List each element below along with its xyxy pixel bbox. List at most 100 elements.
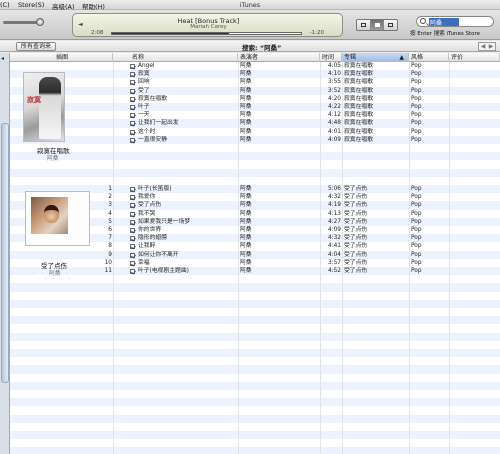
track-rating[interactable] <box>451 267 499 275</box>
track-rating[interactable] <box>451 185 499 193</box>
track-number <box>102 136 112 144</box>
track-row[interactable]: 让我们一起出发 阿桑 4:48 寂寞在唱歌 Pop <box>10 119 500 127</box>
track-album: 寂寞在唱歌 <box>344 112 373 119</box>
column-header-artwork[interactable]: 插图 <box>10 53 113 62</box>
track-name: 寂寞在唱歌 <box>138 95 167 102</box>
track-album: 寂寞在唱歌 <box>344 71 373 78</box>
track-row[interactable]: 寂寞在唱歌 阿桑 4:20 寂寞在唱歌 Pop <box>10 95 500 103</box>
album-view-button[interactable] <box>370 20 385 30</box>
coverflow-view-button[interactable] <box>384 20 397 30</box>
track-checkbox[interactable] <box>130 260 135 266</box>
column-header-genre[interactable]: 风格 <box>409 53 449 62</box>
track-rating[interactable] <box>451 78 499 86</box>
track-rating[interactable] <box>451 62 499 70</box>
track-checkbox[interactable] <box>130 252 135 258</box>
track-checkbox[interactable] <box>130 195 135 201</box>
track-rating[interactable] <box>451 111 499 119</box>
track-checkbox[interactable] <box>130 105 135 110</box>
track-rating[interactable] <box>451 251 499 259</box>
column-header-album[interactable]: 专辑 ▲ <box>342 53 409 62</box>
show-all-button[interactable]: 所有查询来 <box>16 42 57 51</box>
track-genre: Pop <box>411 235 422 242</box>
column-header-rating[interactable]: 评价 <box>449 53 500 62</box>
track-row[interactable]: 11 叶子(电视剧主题曲) 阿桑 4:52 受了点伤 Pop <box>10 267 500 275</box>
track-rating[interactable] <box>451 259 499 267</box>
track-artist: 阿桑 <box>240 186 252 192</box>
track-checkbox[interactable] <box>130 129 135 135</box>
track-rating[interactable] <box>451 95 499 103</box>
track-rating[interactable] <box>451 234 499 242</box>
track-checkbox[interactable] <box>130 137 135 143</box>
track-number: 8 <box>108 243 112 250</box>
track-checkbox[interactable] <box>130 88 135 94</box>
track-checkbox[interactable] <box>130 228 135 233</box>
track-row[interactable]: 寂寞 阿桑 4:10 寂寞在唱歌 Pop <box>10 70 500 78</box>
track-row[interactable]: Angel 阿桑 4:05 寂寞在唱歌 Pop <box>10 62 500 70</box>
track-row[interactable]: 一直很安静 阿桑 4:09 寂寞在唱歌 Pop <box>10 136 500 144</box>
row-stripe <box>10 144 500 153</box>
album-artwork-1[interactable]: 寂寞 <box>23 72 65 142</box>
track-checkbox[interactable] <box>130 187 135 192</box>
back-arrow-icon[interactable]: ◀ <box>479 43 487 50</box>
volume-slider[interactable] <box>3 21 39 24</box>
album-rating-dots: · · · · · <box>37 276 73 283</box>
track-genre: Pop <box>411 104 422 110</box>
column-header-artist[interactable]: 表演者 <box>238 53 320 62</box>
track-checkbox[interactable] <box>130 244 135 250</box>
track-number: 10 <box>104 259 112 266</box>
playback-progress-bar[interactable] <box>111 32 302 35</box>
browse-bar: 所有查询来 搜索: “阿桑” ◀ ▶ <box>0 41 500 52</box>
source-sidebar: ◂ <box>0 53 10 454</box>
track-name: 寂寞 <box>138 71 150 78</box>
track-rating[interactable] <box>451 103 499 111</box>
album-artwork-2[interactable] <box>25 191 90 246</box>
track-row[interactable]: 受了 阿桑 3:52 寂寞在唱歌 Pop <box>10 87 500 95</box>
row-stripe <box>10 308 500 317</box>
track-rating[interactable] <box>451 128 499 136</box>
track-checkbox[interactable] <box>130 269 135 274</box>
search-input[interactable] <box>429 18 459 26</box>
list-view-button[interactable] <box>357 20 371 30</box>
track-checkbox[interactable] <box>130 236 135 242</box>
track-rating[interactable] <box>451 226 499 234</box>
track-rating[interactable] <box>451 193 499 201</box>
track-rating[interactable] <box>451 87 499 95</box>
track-row[interactable]: 这个时 阿桑 4:01 寂寞在唱歌 Pop <box>10 128 500 136</box>
forward-arrow-icon[interactable]: ▶ <box>487 43 495 50</box>
search-box[interactable] <box>416 16 494 27</box>
column-header-name[interactable]: 名称 <box>113 53 238 62</box>
track-rating[interactable] <box>451 218 499 226</box>
column-header-time[interactable]: 时间 <box>320 53 342 62</box>
track-checkbox[interactable] <box>130 121 135 127</box>
track-rating[interactable] <box>451 136 499 144</box>
track-row[interactable]: 10 幸福 阿桑 3:57 受了点伤 Pop <box>10 259 500 267</box>
track-time: 4:20 <box>327 95 341 102</box>
volume-knob[interactable] <box>36 18 44 26</box>
track-checkbox[interactable] <box>130 203 135 209</box>
sidebar-scrollbar[interactable] <box>1 123 9 383</box>
track-checkbox[interactable] <box>130 211 135 217</box>
track-row[interactable]: 回响 阿桑 3:55 寂寞在唱歌 Pop <box>10 78 500 86</box>
nav-arrows: ◀ ▶ <box>478 42 496 51</box>
track-checkbox[interactable] <box>130 64 135 69</box>
track-row[interactable]: 一天 阿桑 4:12 寂寞在唱歌 Pop <box>10 111 500 119</box>
track-rating[interactable] <box>451 210 499 218</box>
track-rating[interactable] <box>451 242 499 250</box>
track-rating[interactable] <box>451 70 499 78</box>
track-time: 4:01 <box>327 128 341 135</box>
track-row[interactable]: 9 如何让你不离开 阿桑 4:04 受了点伤 Pop <box>10 251 500 259</box>
collapse-arrow-icon[interactable]: ◂ <box>1 55 4 62</box>
column-divider <box>238 62 239 454</box>
search-hint: 按 Enter 搜索 iTunes Store <box>410 31 481 37</box>
row-stripe <box>10 275 500 284</box>
track-checkbox[interactable] <box>130 113 135 119</box>
track-checkbox[interactable] <box>130 80 135 86</box>
track-checkbox[interactable] <box>130 96 135 102</box>
track-checkbox[interactable] <box>130 72 135 78</box>
track-artist: 阿桑 <box>240 251 252 258</box>
track-row[interactable]: 叶子 阿桑 4:22 寂寞在唱歌 Pop <box>10 103 500 111</box>
track-rating[interactable] <box>451 201 499 209</box>
track-number: 2 <box>108 194 112 201</box>
track-checkbox[interactable] <box>130 219 135 225</box>
track-rating[interactable] <box>451 119 499 127</box>
